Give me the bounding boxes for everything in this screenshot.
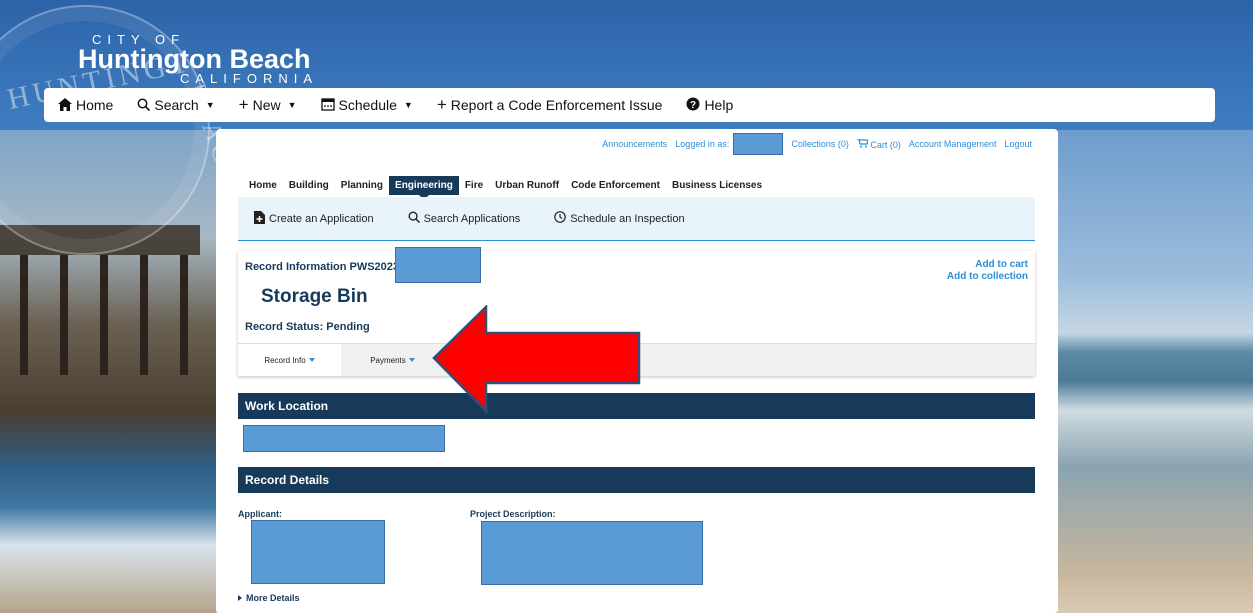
nav-schedule[interactable]: Schedule ▼: [320, 97, 413, 113]
tab-home[interactable]: Home: [243, 176, 283, 195]
record-actions: Add to cart Add to collection: [947, 259, 1028, 283]
logout-link[interactable]: Logout: [1004, 139, 1032, 149]
record-details-title: Record Details: [245, 473, 330, 487]
nav-report-label: Report a Code Enforcement Issue: [450, 97, 663, 113]
search-applications-label: Search Applications: [423, 212, 521, 225]
record-details-header: Record Details: [238, 467, 1035, 493]
project-description-label: Project Description:: [470, 509, 556, 519]
nav-search-label: Search: [154, 97, 199, 113]
nav-schedule-label: Schedule: [338, 97, 397, 113]
nav-report-code-enforcement[interactable]: + Report a Code Enforcement Issue: [436, 95, 663, 114]
sub-nav: Create an Application Search Application…: [238, 197, 1035, 241]
chevron-down-icon: [308, 358, 315, 362]
calendar-icon: [320, 97, 335, 113]
tab-urban-runoff[interactable]: Urban Runoff: [489, 176, 565, 195]
document-add-icon: [254, 210, 265, 227]
chevron-down-icon: ▼: [403, 100, 413, 110]
logged-in-label: Logged in as:: [675, 139, 730, 149]
pier-leg: [100, 255, 108, 375]
nav-help[interactable]: ? Help: [686, 97, 733, 113]
schedule-inspection-label: Schedule an Inspection: [570, 212, 685, 225]
tab-planning[interactable]: Planning: [335, 176, 389, 195]
chevron-down-icon: ▼: [205, 100, 215, 110]
collections-link[interactable]: Collections (0): [791, 139, 849, 149]
redacted-username: [733, 133, 784, 155]
more-details-label: More Details: [246, 593, 300, 603]
redacted-work-location: [243, 425, 445, 452]
utility-links: Announcements Logged in as: Collections …: [602, 133, 1032, 155]
pier-leg: [140, 255, 148, 375]
logo-state: CALIFORNIA: [180, 71, 319, 86]
tab-building[interactable]: Building: [283, 176, 335, 195]
pier-leg: [180, 255, 188, 375]
tab-payments-label: Payments: [370, 355, 406, 365]
top-nav-bar: Home Search ▼ + New ▼ Schedule ▼ + Repor…: [44, 88, 1215, 122]
add-to-collection-link[interactable]: Add to collection: [947, 271, 1028, 283]
work-location-title: Work Location: [245, 399, 329, 413]
record-information-label: Record Information PWS2023: [245, 261, 400, 273]
city-logo[interactable]: CITY OF Huntington Beach CALIFORNIA: [78, 32, 318, 86]
nav-new-label: New: [252, 97, 281, 113]
chevron-right-icon: [238, 595, 242, 601]
logo-city-name: Huntington Beach: [78, 44, 311, 74]
cart-label: Cart (0): [870, 139, 901, 150]
chevron-down-icon: [408, 358, 415, 362]
create-application-label: Create an Application: [269, 212, 374, 225]
account-management-link[interactable]: Account Management: [909, 139, 997, 149]
nav-home-label: Home: [76, 97, 114, 113]
cart-link[interactable]: Cart (0): [856, 137, 901, 150]
cart-icon: [856, 137, 871, 150]
module-tabs: Home Building Planning Engineering Fire …: [243, 176, 768, 200]
nav-help-label: Help: [704, 97, 734, 113]
record-status: Record Status: Pending: [245, 321, 370, 333]
announcements-link[interactable]: Announcements: [602, 139, 667, 149]
schedule-inspection-link[interactable]: Schedule an Inspection: [554, 211, 685, 226]
nav-new[interactable]: + New ▼: [238, 95, 297, 114]
plus-icon: +: [436, 95, 447, 114]
redacted-record-number: [395, 247, 481, 283]
search-icon: [408, 211, 420, 226]
applicant-label: Applicant:: [238, 509, 282, 519]
redacted-applicant: [251, 520, 385, 584]
tab-payments[interactable]: Payments: [341, 344, 444, 376]
tab-record-info-label: Record Info: [264, 355, 306, 365]
home-icon: [58, 97, 72, 113]
tab-code-enforcement[interactable]: Code Enforcement: [565, 176, 666, 195]
pier-leg: [60, 255, 68, 375]
search-applications-link[interactable]: Search Applications: [408, 211, 521, 226]
svg-text:?: ?: [690, 100, 696, 111]
chevron-down-icon: ▼: [287, 100, 297, 110]
add-to-cart-link[interactable]: Add to cart: [947, 259, 1028, 271]
clock-icon: [554, 211, 567, 226]
create-application-link[interactable]: Create an Application: [254, 210, 374, 227]
record-title: Storage Bin: [261, 286, 368, 307]
search-icon: [137, 98, 151, 113]
tab-fire[interactable]: Fire: [459, 176, 489, 195]
tab-business-licenses[interactable]: Business Licenses: [666, 176, 768, 195]
more-details-toggle[interactable]: More Details: [238, 593, 300, 603]
tab-engineering[interactable]: Engineering: [389, 176, 459, 200]
pier-leg: [20, 255, 28, 375]
background-ocean-scene: [1058, 130, 1253, 613]
annotation-arrow-icon: [432, 305, 641, 415]
nav-home[interactable]: Home: [58, 97, 113, 113]
help-icon: ?: [686, 97, 700, 113]
redacted-project-description: [481, 521, 703, 585]
tab-record-info[interactable]: Record Info: [238, 344, 341, 376]
plus-icon: +: [238, 95, 249, 114]
nav-search[interactable]: Search ▼: [137, 97, 215, 113]
